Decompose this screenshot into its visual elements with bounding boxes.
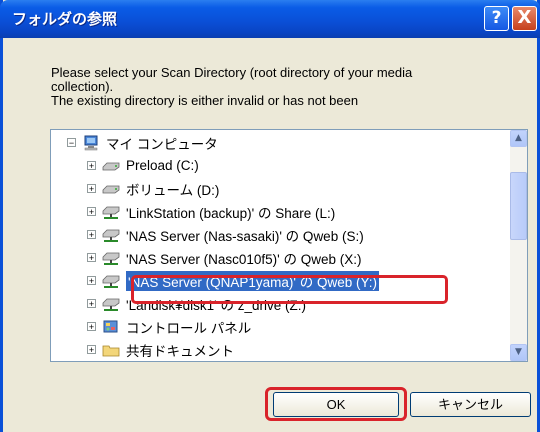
drive-icon [102, 162, 120, 170]
help-button[interactable]: ? [484, 6, 509, 31]
folder-tree[interactable]: − マイ コンピュータ + Preload (C:) + ボリューム (D:) … [50, 129, 528, 362]
collapse-toggle[interactable]: − [67, 138, 76, 148]
tree-item-nas-sasaki-s[interactable]: + 'NAS Server (Nas-sasaki)' の Qweb (S:) [87, 223, 364, 246]
network-drive-icon [102, 229, 120, 242]
scroll-up-icon[interactable]: ▲ [510, 130, 527, 147]
network-drive-icon [102, 252, 120, 265]
selection-highlight-annotation [131, 275, 448, 304]
my-computer-icon [84, 135, 98, 150]
expand-toggle[interactable]: + [87, 253, 96, 263]
scroll-down-icon[interactable]: ▼ [510, 344, 527, 361]
ok-highlight-annotation [265, 387, 407, 421]
window-title: フォルダの参照 [12, 10, 118, 28]
cancel-button[interactable]: キャンセル [410, 392, 531, 417]
tree-item-label: 'LinkStation (backup)' の Share (L:) [126, 205, 336, 221]
tree-item-preload-c[interactable]: + Preload (C:) [87, 154, 199, 177]
expand-toggle[interactable]: + [87, 322, 96, 332]
tree-item-label: 'NAS Server (Nasc010f5)' の Qweb (X:) [126, 251, 362, 267]
folder-browse-dialog: フォルダの参照 ? X Please select your Scan Dire… [0, 0, 540, 432]
instruction-text: Please select your Scan Directory (root … [51, 66, 521, 108]
instruction-line-2: collection). [51, 79, 114, 94]
expand-toggle[interactable]: + [87, 207, 96, 217]
network-drive-icon [102, 298, 120, 311]
expand-toggle[interactable]: + [87, 184, 96, 194]
tree-item-control-panel[interactable]: + コントロール パネル [87, 315, 251, 338]
tree-item-nasc010f5-x[interactable]: + 'NAS Server (Nasc010f5)' の Qweb (X:) [87, 246, 361, 269]
expand-toggle[interactable]: + [87, 230, 96, 240]
expand-toggle[interactable]: + [87, 345, 96, 355]
tree-item-label: 'NAS Server (Nas-sasaki)' の Qweb (S:) [126, 228, 364, 244]
instruction-line-3: The existing directory is either invalid… [51, 93, 359, 108]
vertical-scrollbar[interactable]: ▲ ▼ [510, 130, 527, 361]
tree-item-label: マイ コンピュータ [106, 136, 218, 152]
network-drive-icon [102, 206, 120, 219]
tree-item-linkstation-l[interactable]: + 'LinkStation (backup)' の Share (L:) [87, 200, 335, 223]
drive-icon [102, 185, 120, 193]
expand-toggle[interactable]: + [87, 276, 96, 286]
tree-item-my-computer[interactable]: − マイ コンピュータ [67, 131, 218, 154]
tree-item-label: ボリューム (D:) [126, 182, 220, 198]
close-button[interactable]: X [512, 6, 537, 31]
tree-item-label: 共有ドキュメント [126, 343, 234, 359]
scroll-thumb[interactable] [510, 172, 527, 240]
instruction-line-1: Please select your Scan Directory (root … [51, 65, 413, 80]
title-bar[interactable]: フォルダの参照 ? X [0, 0, 540, 38]
tree-item-volume-d[interactable]: + ボリューム (D:) [87, 177, 219, 200]
network-drive-icon [102, 275, 120, 288]
tree-item-shared-documents[interactable]: + 共有ドキュメント [87, 338, 234, 361]
tree-item-label: コントロール パネル [126, 320, 252, 336]
expand-toggle[interactable]: + [87, 161, 96, 171]
shared-folder-icon [102, 345, 120, 356]
tree-item-label: Preload (C:) [126, 158, 199, 173]
expand-toggle[interactable]: + [87, 299, 96, 309]
control-panel-icon [103, 320, 118, 332]
